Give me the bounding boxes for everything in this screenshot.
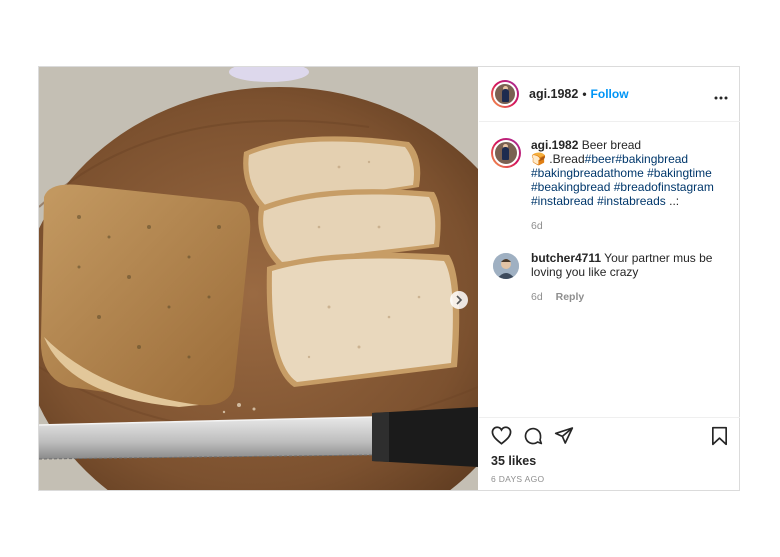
avatar-image: [493, 140, 519, 166]
comment-age[interactable]: 6d: [531, 291, 543, 303]
hashtag-link[interactable]: #bakingbreadathome: [531, 166, 644, 180]
caption-ellipsis: ..:: [669, 194, 680, 208]
paper-plane-icon[interactable]: [554, 426, 574, 450]
avatar[interactable]: [491, 80, 519, 108]
caption-title: Beer bread: [581, 138, 642, 152]
list-item: butcher4711 Your partner mus be loving y…: [479, 251, 740, 304]
hashtag-link[interactable]: #bakingtime: [647, 166, 712, 180]
bread-photo-illustration: [39, 67, 478, 490]
post-sidebar: agi.1982 • Follow agi.1982 Beer bread 🍞 …: [479, 67, 740, 490]
comment-meta: 6d Reply: [531, 290, 728, 304]
caption-avatar-wrap: [491, 138, 521, 168]
hashtag-link[interactable]: #instabread: [531, 194, 594, 208]
separator-dot: •: [582, 87, 587, 101]
avatar[interactable]: [491, 138, 521, 168]
bookmark-icon[interactable]: [711, 426, 728, 451]
comment-text: butcher4711 Your partner mus be loving y…: [531, 251, 728, 304]
more-options-icon[interactable]: [714, 87, 728, 105]
hashtag-link[interactable]: #beer: [585, 152, 616, 166]
heart-icon[interactable]: [491, 426, 512, 450]
comments-section: agi.1982 Beer bread 🍞 .Bread#beer#baking…: [479, 123, 740, 416]
caption-username[interactable]: agi.1982: [531, 138, 578, 152]
bread-emoji: 🍞: [531, 152, 546, 166]
instagram-post: agi.1982 • Follow agi.1982 Beer bread 🍞 …: [38, 66, 740, 491]
reply-button[interactable]: Reply: [556, 291, 585, 303]
avatar-body: [502, 89, 509, 102]
hashtag-link[interactable]: #instabreads: [597, 194, 666, 208]
caption-comment: agi.1982 Beer bread 🍞 .Bread#beer#baking…: [479, 138, 740, 233]
action-bar: [491, 426, 728, 448]
post-header: agi.1982 • Follow: [479, 67, 740, 122]
avatar-image: [493, 253, 519, 279]
post-photo[interactable]: [39, 67, 478, 490]
caption-text-bread: .Bread: [549, 152, 585, 166]
avatar-image: [493, 82, 517, 106]
follow-button[interactable]: Follow: [591, 87, 629, 101]
hashtag-link[interactable]: #bakingbread: [615, 152, 688, 166]
caption-age: 6d: [531, 219, 728, 233]
post-date[interactable]: 6 DAYS AGO: [491, 474, 544, 484]
chevron-right-icon: [455, 295, 463, 305]
caption-text: agi.1982 Beer bread 🍞 .Bread#beer#baking…: [531, 138, 728, 233]
next-photo-button[interactable]: [450, 291, 468, 309]
avatar-body: [502, 147, 509, 160]
comment-icon[interactable]: [523, 426, 543, 451]
likes-count[interactable]: 35 likes: [491, 454, 536, 468]
hashtag-link[interactable]: #beakingbread: [531, 180, 610, 194]
avatar[interactable]: [493, 253, 519, 279]
comment-username[interactable]: butcher4711: [531, 251, 601, 265]
post-footer: 35 likes 6 DAYS AGO: [479, 417, 740, 491]
caption-age-text[interactable]: 6d: [531, 220, 543, 232]
hashtag-link[interactable]: #breadofinstagram: [614, 180, 714, 194]
post-username[interactable]: agi.1982: [529, 87, 578, 101]
commenter-avatar-wrap: [491, 251, 521, 281]
